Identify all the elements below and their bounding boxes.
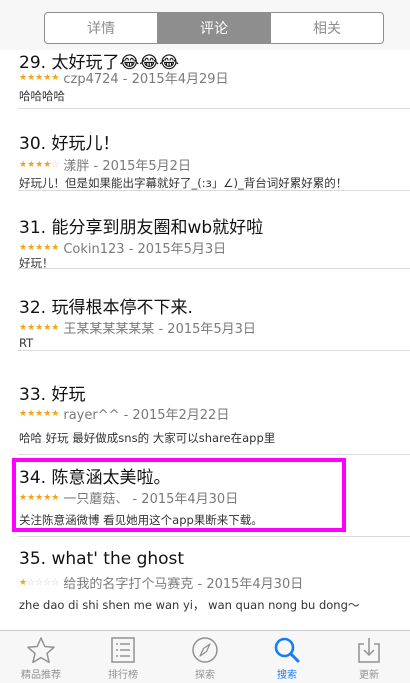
star-icon	[27, 637, 55, 664]
review-item[interactable]: 31. 能分享到朋友圈和wb就好啦 ★★★★★ Cokin123 - 2015年…	[0, 191, 410, 270]
review-body: RT	[19, 336, 34, 350]
review-meta: ★☆☆☆☆ 给我的名字打个马赛克 - 2015年4月30日	[19, 573, 303, 592]
review-title: 33. 好玩	[19, 385, 86, 405]
review-body: 好玩儿！但是如果能出字幕就好了_(:з」∠)_背台词好累好累的！	[19, 176, 348, 190]
review-author-date: rayer^^ - 2015年2月22日	[63, 408, 230, 423]
rating-stars: ★☆☆☆☆	[19, 577, 60, 588]
review-title: 31. 能分享到朋友圈和wb就好啦	[19, 218, 264, 238]
review-meta: ★★★★★ czp4724 - 2015年4月29日	[19, 68, 229, 87]
review-item[interactable]: 35. what' the ghost ★☆☆☆☆ 给我的名字打个马赛克 - 2…	[0, 537, 410, 630]
rating-stars: ★★★★★	[19, 72, 60, 83]
segmented-control: 详情 评论 相关	[44, 12, 384, 44]
review-item[interactable]: 33. 好玩 ★★★★★ rayer^^ - 2015年2月22日 哈哈 好玩 …	[0, 351, 410, 455]
review-author-date: 给我的名字打个马赛克 - 2015年4月30日	[63, 577, 304, 592]
review-item[interactable]: 30. 好玩儿！ ★★★★☆ 漾胖 - 2015年5月2日 好玩儿！但是如果能出…	[0, 109, 410, 191]
rating-stars: ★★★★★	[19, 408, 60, 419]
review-author-date: 王某某某某某某 - 2015年5月3日	[63, 322, 256, 337]
rating-stars: ★★★★★	[19, 242, 60, 253]
tab-search[interactable]: 搜索	[246, 631, 328, 683]
tab-label: 更新	[359, 670, 379, 681]
review-title: 35. what' the ghost	[19, 549, 185, 569]
tab-label: 搜索	[277, 670, 297, 681]
review-author-date: Cokin123 - 2015年5月3日	[63, 242, 227, 257]
compass-icon	[192, 637, 218, 663]
search-icon	[274, 637, 300, 663]
tab-featured[interactable]: 精品推荐	[0, 631, 82, 683]
update-icon	[358, 638, 380, 663]
tab-label: 排行榜	[108, 670, 138, 681]
list-icon	[111, 637, 135, 663]
highlight-box	[12, 458, 346, 532]
tab-label: 探索	[195, 670, 215, 681]
review-list[interactable]: 29. 太好玩了😂😂😂 ★★★★★ czp4724 - 2015年4月29日 哈…	[0, 50, 410, 630]
review-body: 哈哈哈哈	[19, 89, 65, 103]
review-body: 哈哈 好玩 最好做成sns的 大家可以share在app里	[19, 431, 276, 445]
rating-stars: ★★★★★	[19, 322, 60, 333]
tab-reviews[interactable]: 评论	[158, 13, 271, 43]
review-meta: ★★★★★ 王某某某某某某 - 2015年5月3日	[19, 318, 256, 337]
review-author-date: czp4724 - 2015年4月29日	[63, 72, 229, 87]
tab-details[interactable]: 详情	[45, 13, 158, 43]
review-item[interactable]: 32. 玩得根本停不下来. ★★★★★ 王某某某某某某 - 2015年5月3日 …	[0, 269, 410, 351]
review-meta: ★★★★★ rayer^^ - 2015年2月22日	[19, 404, 229, 423]
review-item[interactable]: 29. 太好玩了😂😂😂 ★★★★★ czp4724 - 2015年4月29日 哈…	[0, 50, 410, 109]
rating-stars: ★★★★☆	[19, 159, 60, 170]
tab-related[interactable]: 相关	[271, 13, 383, 43]
segment-bar: 详情 评论 相关	[0, 0, 410, 50]
tab-updates[interactable]: 更新	[328, 631, 410, 683]
review-title: 30. 好玩儿！	[19, 134, 120, 154]
review-meta: ★★★★☆ 漾胖 - 2015年5月2日	[19, 155, 191, 174]
bottom-tab-bar: 精品推荐 排行榜 探索 搜索 更新	[0, 630, 410, 683]
review-body: zhe dao di shi shen me wan yi， wan quan …	[19, 598, 360, 612]
tab-explore[interactable]: 探索	[164, 631, 246, 683]
tab-label: 精品推荐	[21, 670, 61, 681]
tab-charts[interactable]: 排行榜	[82, 631, 164, 683]
review-author-date: 漾胖 - 2015年5月2日	[63, 159, 191, 174]
review-title: 32. 玩得根本停不下来.	[19, 298, 193, 318]
